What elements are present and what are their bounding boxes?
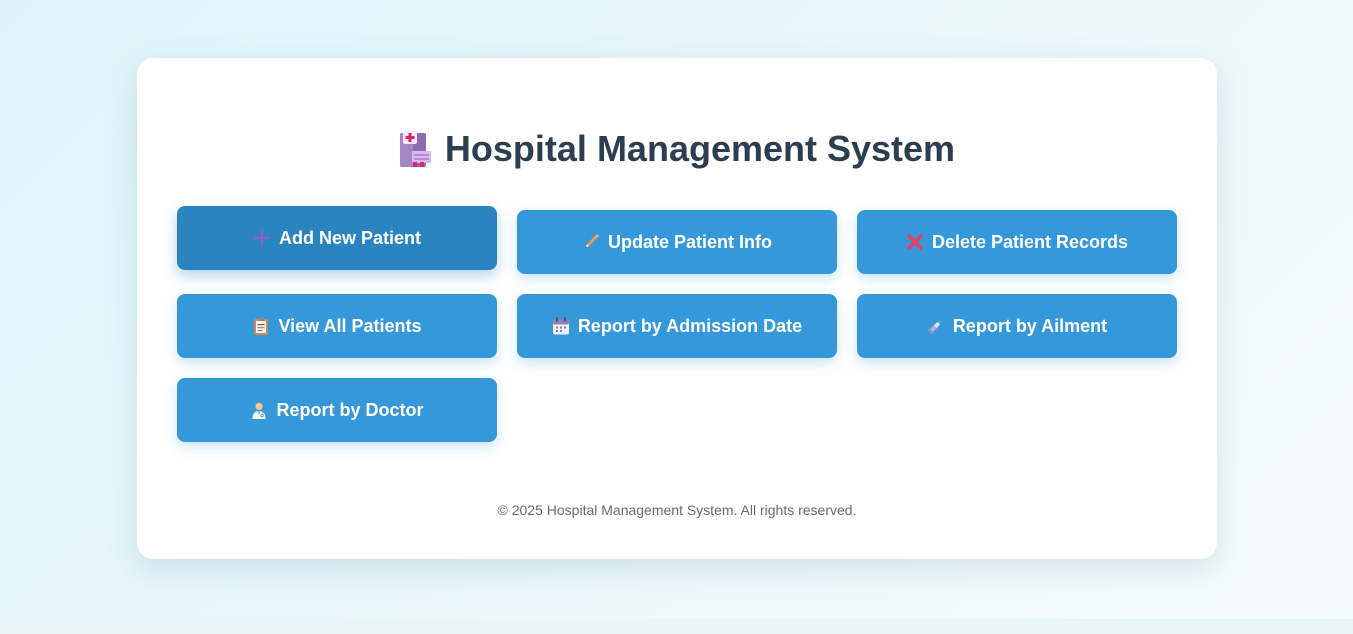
button-label: Delete Patient Records [931,231,1129,252]
view-all-patients-button[interactable]: View All Patients [177,294,497,358]
button-label: Report by Ailment [952,315,1108,336]
delete-patient-records-button[interactable]: Delete Patient Records [857,210,1177,274]
calendar-icon [552,317,570,335]
update-patient-info-button[interactable]: Update Patient Info [517,210,837,274]
bottom-strip [0,619,1353,634]
button-label: View All Patients [278,315,422,336]
hospital-icon [399,131,431,167]
report-by-admission-date-button[interactable]: Report by Admission Date [517,294,837,358]
report-by-doctor-button[interactable]: Report by Doctor [177,378,497,442]
pencil-icon [582,233,600,251]
main-card: Hospital Management System Add New Patie… [137,58,1217,559]
report-by-ailment-button[interactable]: Report by Ailment [857,294,1177,358]
page-title-text: Hospital Management System [444,128,956,169]
button-label: Add New Patient [278,227,421,248]
cross-icon [906,233,924,251]
button-label: Report by Admission Date [577,315,803,336]
plus-icon [253,229,271,247]
doctor-icon [250,401,268,419]
button-label: Update Patient Info [607,231,772,252]
syringe-icon [927,317,945,335]
page-title: Hospital Management System [137,128,1217,170]
button-label: Report by Doctor [276,399,424,420]
footer-copyright: © 2025 Hospital Management System. All r… [497,502,857,518]
add-new-patient-button[interactable]: Add New Patient [177,206,497,270]
clipboard-icon [252,317,270,335]
